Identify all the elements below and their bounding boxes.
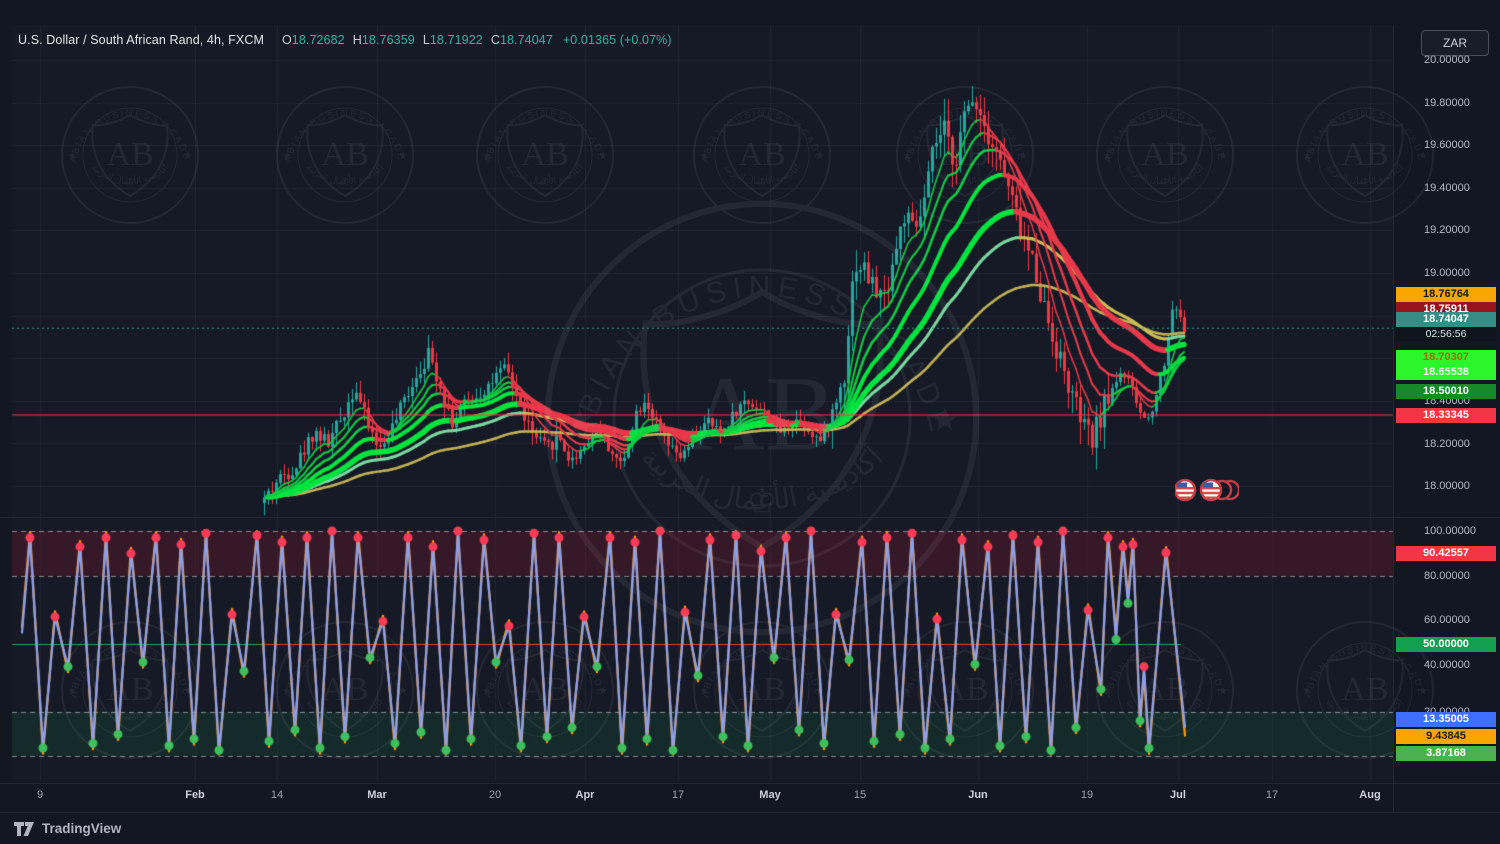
indicator-axis-tick: 60.00000 — [1424, 614, 1470, 626]
price-axis-badge: 18.70307 — [1396, 350, 1496, 365]
symbol-legend: U.S. Dollar / South African Rand, 4h, FX… — [18, 33, 672, 47]
time-axis-tick: Feb — [185, 789, 205, 801]
time-axis-tick: Mar — [367, 789, 387, 801]
price-axis-badge: 18.76764 — [1396, 287, 1496, 302]
price-axis-badge: 18.7404702:56:56 — [1396, 312, 1496, 327]
price-axis-tick: 19.80000 — [1424, 97, 1470, 109]
price-axis-badge: 18.50010 — [1396, 384, 1496, 399]
price-axis-tick: 20.00000 — [1424, 54, 1470, 66]
price-axis-badge: 18.65538 — [1396, 365, 1496, 380]
time-axis-tick: 14 — [271, 789, 283, 801]
time-axis-tick: 17 — [1266, 789, 1278, 801]
time-axis-tick: Apr — [576, 789, 595, 801]
price-chart-canvas[interactable] — [0, 0, 1500, 844]
time-axis-tick: Jun — [968, 789, 988, 801]
indicator-axis-tick: 100.00000 — [1424, 525, 1476, 537]
ohlc-high-value: 18.76359 — [362, 33, 415, 47]
pane-separator[interactable] — [0, 517, 1500, 518]
price-axis-tick: 19.00000 — [1424, 267, 1470, 279]
indicator-axis-tick: 80.00000 — [1424, 570, 1470, 582]
time-axis-tick: 9 — [37, 789, 43, 801]
indicator-axis-badge: 90.42557 — [1396, 546, 1496, 561]
price-axis-tick: 19.20000 — [1424, 224, 1470, 236]
ohlc-low-value: 18.71922 — [430, 33, 483, 47]
ohlc-low-label: L — [423, 33, 430, 47]
time-axis-tick: 17 — [672, 789, 684, 801]
time-axis-tick: Jul — [1170, 789, 1186, 801]
footer-bar: TradingView — [0, 812, 1500, 844]
ohlc-close-value: 18.74047 — [500, 33, 553, 47]
ohlc-open-value: 18.72682 — [292, 33, 345, 47]
indicator-axis-badge: 13.35005 — [1396, 712, 1496, 727]
currency-toggle-button[interactable]: ZAR — [1421, 30, 1489, 56]
ohlc-open-label: O — [282, 33, 292, 47]
symbol-title[interactable]: U.S. Dollar / South African Rand, 4h, FX… — [18, 33, 264, 47]
price-change: +0.01365 (+0.07%) — [563, 33, 672, 47]
indicator-axis-badge: 3.87168 — [1396, 746, 1496, 761]
time-axis-tick: 20 — [489, 789, 501, 801]
price-axis-tick: 19.40000 — [1424, 182, 1470, 194]
time-axis-tick: 19 — [1081, 789, 1093, 801]
price-axis-tick: 18.20000 — [1424, 438, 1470, 450]
time-axis-tick: Aug — [1359, 789, 1380, 801]
tradingview-logo-icon[interactable] — [14, 822, 38, 838]
ohlc-close-label: C — [491, 33, 500, 47]
time-axis-tick: 15 — [854, 789, 866, 801]
countdown-timer: 02:56:56 — [1396, 327, 1496, 341]
time-axis-border — [0, 783, 1500, 784]
us-flag-icon — [1175, 480, 1239, 500]
indicator-axis-tick: 40.00000 — [1424, 659, 1470, 671]
tradingview-chart-widget: AB ♔ ★ ★ ARABIAN BUSINESS ACADEMY أكاديم… — [0, 0, 1500, 844]
indicator-axis-badge: 9.43845 — [1396, 729, 1496, 744]
indicator-axis-badge: 50.00000 — [1396, 637, 1496, 652]
time-axis-tick: May — [759, 789, 780, 801]
price-axis-border — [1393, 25, 1394, 811]
price-axis-tick: 18.00000 — [1424, 480, 1470, 492]
tradingview-brand-link[interactable]: TradingView — [42, 821, 121, 836]
price-axis-badge: 18.33345 — [1396, 408, 1496, 423]
economic-calendar-flag-icons[interactable] — [1175, 477, 1239, 503]
price-axis-tick: 19.60000 — [1424, 139, 1470, 151]
ohlc-high-label: H — [353, 33, 362, 47]
